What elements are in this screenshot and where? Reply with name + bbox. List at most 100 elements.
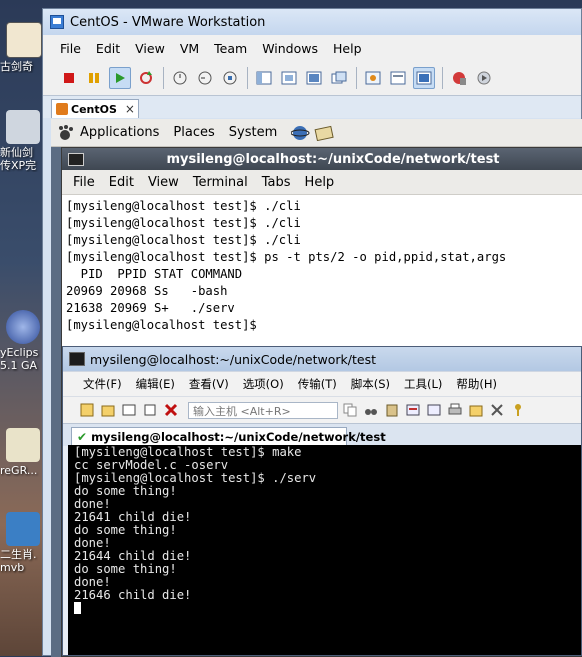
find-button[interactable] xyxy=(363,402,379,418)
suspend-button[interactable] xyxy=(84,68,104,88)
menu-windows[interactable]: Windows xyxy=(262,41,318,56)
revert-snapshot-button[interactable] xyxy=(195,68,215,88)
console-view-button[interactable] xyxy=(363,68,383,88)
replay-button[interactable] xyxy=(474,68,494,88)
transfer-button[interactable] xyxy=(426,402,442,418)
paste-button[interactable] xyxy=(384,402,400,418)
xshell-menubar: 文件(F) 编辑(E) 查看(V) 选项(O) 传输(T) 脚本(S) 工具(L… xyxy=(63,371,581,396)
disconnect-button[interactable] xyxy=(163,402,179,418)
menu-team[interactable]: Team xyxy=(214,41,247,56)
full-screen-button[interactable] xyxy=(304,68,324,88)
gt-menu-edit[interactable]: Edit xyxy=(109,175,134,190)
sword-icon xyxy=(6,110,40,144)
xshell-window: mysileng@localhost:~/unixCode/network/te… xyxy=(62,346,582,656)
vm-icon xyxy=(56,103,68,115)
panel-applications[interactable]: Applications xyxy=(80,125,159,140)
reset-button[interactable] xyxy=(136,68,156,88)
gt-menu-view[interactable]: View xyxy=(148,175,179,190)
vmware-titlebar[interactable]: CentOS - VMware Workstation xyxy=(43,9,581,35)
properties-button[interactable] xyxy=(405,402,421,418)
eclipse-icon xyxy=(6,310,40,344)
close-icon[interactable]: × xyxy=(125,102,135,116)
play-icon xyxy=(116,73,125,83)
browser-icon[interactable] xyxy=(291,125,311,141)
copy-button[interactable] xyxy=(342,402,358,418)
desktop-icon-myeclipse[interactable]: yEclips 5.1 GA xyxy=(0,310,42,372)
desktop-icon-reg[interactable]: reGR... xyxy=(0,428,42,477)
desktop-icon-label: 5.1 GA xyxy=(0,359,38,372)
power-on-button[interactable] xyxy=(109,67,131,89)
panel-system[interactable]: System xyxy=(229,125,277,140)
menu-vm[interactable]: VM xyxy=(180,41,199,56)
thumbnail-view-button[interactable] xyxy=(388,68,408,88)
preferences-button[interactable] xyxy=(449,68,469,88)
panel-places[interactable]: Places xyxy=(173,125,214,140)
xshell-terminal-output[interactable]: [mysileng@localhost test]$ make cc servMo… xyxy=(68,445,581,655)
mail-icon[interactable] xyxy=(313,125,335,141)
menu-edit[interactable]: Edit xyxy=(96,41,120,56)
fit-guest-icon xyxy=(416,71,432,85)
options-button[interactable] xyxy=(468,402,484,418)
revert-icon xyxy=(198,71,212,85)
key-button[interactable] xyxy=(510,402,526,418)
vmware-tab-strip: CentOS × xyxy=(43,96,581,118)
gt-menu-file[interactable]: File xyxy=(73,175,95,190)
quick-switch-button[interactable] xyxy=(279,68,299,88)
desktop-icon-gujian[interactable]: 古剑奇 xyxy=(0,22,42,73)
unity-button[interactable] xyxy=(329,68,349,88)
gt-menu-terminal[interactable]: Terminal xyxy=(193,175,248,190)
toolbar-separator xyxy=(442,67,443,89)
terminal-line: PID PPID STAT COMMAND xyxy=(66,267,243,281)
gnome-terminal-titlebar[interactable]: mysileng@localhost:~/unixCode/network/te… xyxy=(62,148,582,170)
quick-switch-icon xyxy=(281,71,297,85)
session-tab[interactable]: ✔ mysileng@localhost:~/unixCode/network/… xyxy=(71,427,386,446)
xs-menu-options[interactable]: 选项(O) xyxy=(243,376,284,392)
xshell-titlebar[interactable]: mysileng@localhost:~/unixCode/network/te… xyxy=(63,347,581,371)
gt-menu-help[interactable]: Help xyxy=(305,175,335,190)
host-address-input[interactable]: 输入主机 <Alt+R> xyxy=(188,401,338,419)
show-sidebar-button[interactable] xyxy=(254,68,274,88)
xs-menu-tools[interactable]: 工具(L) xyxy=(404,376,442,392)
tab-centos[interactable]: CentOS × xyxy=(51,99,139,118)
terminal-line: do some thing! xyxy=(74,523,177,537)
desktop-icon-rmvb[interactable]: 二生肖. mvb xyxy=(0,512,42,574)
gnome-terminal-output[interactable]: [mysileng@localhost test]$ ./cli [mysilen… xyxy=(62,195,582,337)
reconnect-button[interactable] xyxy=(121,402,137,418)
binoculars-icon xyxy=(365,409,377,415)
xs-menu-help[interactable]: 帮助(H) xyxy=(456,376,497,392)
gnome-terminal-title: mysileng@localhost:~/unixCode/network/te… xyxy=(166,151,500,167)
fit-guest-button[interactable] xyxy=(413,67,435,89)
terminal-icon xyxy=(68,152,84,166)
transfer-icon xyxy=(427,404,441,416)
menu-view[interactable]: View xyxy=(135,41,165,56)
desktop-icon-xinxian[interactable]: 新仙剑 传XP完 xyxy=(0,110,42,172)
snapshot-manager-icon xyxy=(223,71,237,85)
menu-file[interactable]: File xyxy=(60,41,81,56)
xs-menu-view[interactable]: 查看(V) xyxy=(189,376,229,392)
game-icon xyxy=(6,22,42,58)
gnome-terminal-menubar: File Edit View Terminal Tabs Help xyxy=(62,170,582,195)
open-session-icon xyxy=(101,405,115,417)
power-off-button[interactable] xyxy=(59,68,79,88)
xs-menu-file[interactable]: 文件(F) xyxy=(83,376,122,392)
xs-menu-edit[interactable]: 编辑(E) xyxy=(136,376,175,392)
print-button[interactable] xyxy=(447,402,463,418)
xs-menu-script[interactable]: 脚本(S) xyxy=(351,376,390,392)
new-session-button[interactable] xyxy=(79,402,95,418)
xshell-window-title: mysileng@localhost:~/unixCode/network/te… xyxy=(90,351,376,367)
snapshot-button[interactable] xyxy=(170,68,190,88)
open-session-button[interactable] xyxy=(100,402,116,418)
full-screen-icon xyxy=(306,71,322,85)
toolbar-separator xyxy=(163,67,164,89)
snapshot-manager-button[interactable] xyxy=(220,68,240,88)
desktop-icon-label: 二生肖. xyxy=(0,548,37,561)
gt-menu-tabs[interactable]: Tabs xyxy=(262,175,291,190)
menu-help[interactable]: Help xyxy=(333,41,362,56)
reconnect-icon xyxy=(122,404,136,416)
xs-menu-transfer[interactable]: 传输(T) xyxy=(298,376,337,392)
terminal-cursor-line xyxy=(74,602,575,616)
connect-button[interactable] xyxy=(142,402,158,418)
terminal-line: [mysileng@localhost test]$ ps -t pts/2 -… xyxy=(66,250,507,264)
tools-button[interactable] xyxy=(489,402,505,418)
terminal-line: [mysileng@localhost test]$ ./cli xyxy=(66,216,301,230)
